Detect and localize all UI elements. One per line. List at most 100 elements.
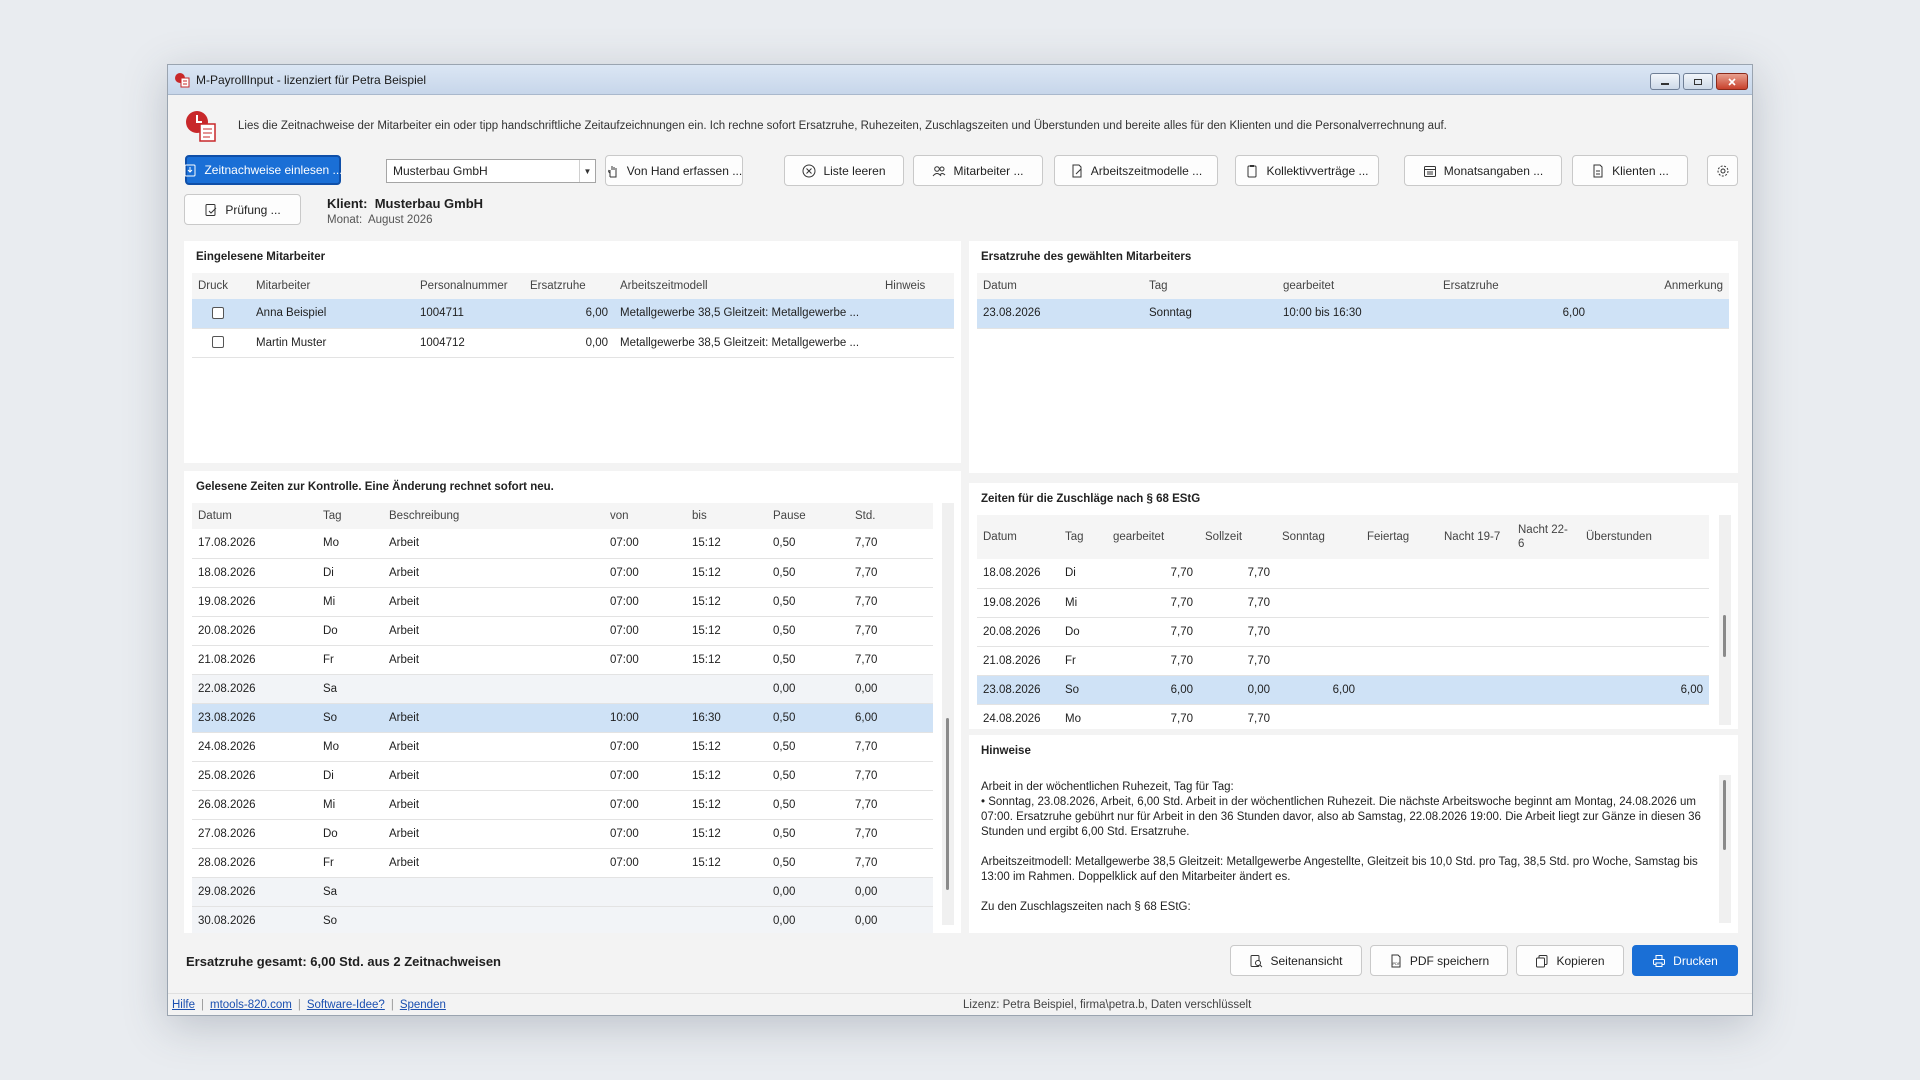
column-header[interactable]: Ersatzruhe xyxy=(524,273,614,299)
column-header[interactable]: Sollzeit xyxy=(1199,515,1276,559)
table-row[interactable]: 21.08.2026 Fr Arbeit 07:00 15:12 0,50 7,70 xyxy=(192,645,933,675)
time-hours[interactable]: 7,70 xyxy=(849,616,933,646)
time-pause[interactable]: 0,50 xyxy=(767,645,849,675)
column-header[interactable]: Überstunden xyxy=(1580,515,1709,559)
time-description[interactable]: Arbeit xyxy=(383,819,604,849)
time-description[interactable]: Arbeit xyxy=(383,529,604,559)
save-pdf-button[interactable]: PDF PDF speichern xyxy=(1370,945,1508,976)
time-date[interactable]: 26.08.2026 xyxy=(192,790,317,820)
time-description[interactable]: Arbeit xyxy=(383,558,604,588)
time-description[interactable]: Arbeit xyxy=(383,703,604,733)
table-row[interactable]: 18.08.2026 Di Arbeit 07:00 15:12 0,50 7,70 xyxy=(192,558,933,588)
website-link[interactable]: mtools-820.com xyxy=(210,999,292,1011)
column-header[interactable]: Tag xyxy=(1143,273,1277,299)
time-hours[interactable]: 7,70 xyxy=(849,819,933,849)
table-row[interactable]: 26.08.2026 Mi Arbeit 07:00 15:12 0,50 7,70 xyxy=(192,790,933,820)
time-day[interactable]: Sa xyxy=(317,674,383,704)
time-hours[interactable]: 0,00 xyxy=(849,877,933,907)
column-header[interactable]: Std. xyxy=(849,503,933,529)
time-to[interactable]: 16:30 xyxy=(686,703,767,733)
time-description[interactable]: Arbeit xyxy=(383,790,604,820)
time-to[interactable]: 15:12 xyxy=(686,819,767,849)
table-row[interactable]: 22.08.2026 Sa 0,00 0,00 xyxy=(192,674,933,704)
time-from[interactable]: 10:00 xyxy=(604,703,686,733)
clients-button[interactable]: Klienten ... xyxy=(1572,155,1688,186)
time-pause[interactable]: 0,00 xyxy=(767,906,849,933)
time-day[interactable]: Fr xyxy=(317,848,383,878)
time-description[interactable] xyxy=(383,674,604,704)
time-from[interactable] xyxy=(604,906,686,933)
table-row[interactable]: 24.08.2026 Mo 7,70 7,70 xyxy=(977,704,1709,729)
time-from[interactable]: 07:00 xyxy=(604,848,686,878)
notes-scrollbar[interactable] xyxy=(1719,775,1731,923)
column-header[interactable]: Datum xyxy=(192,503,317,529)
time-hours[interactable]: 6,00 xyxy=(849,703,933,733)
import-timesheets-button[interactable]: Zeitnachweise einlesen ... xyxy=(184,155,343,185)
scrollbar-thumb[interactable] xyxy=(1723,615,1726,657)
time-day[interactable]: Mo xyxy=(317,732,383,762)
time-date[interactable]: 21.08.2026 xyxy=(192,645,317,675)
time-pause[interactable]: 0,50 xyxy=(767,587,849,617)
table-row[interactable]: 25.08.2026 Di Arbeit 07:00 15:12 0,50 7,70 xyxy=(192,761,933,791)
time-date[interactable]: 28.08.2026 xyxy=(192,848,317,878)
table-row[interactable]: 24.08.2026 Mo Arbeit 07:00 15:12 0,50 7,70 xyxy=(192,732,933,762)
time-description[interactable]: Arbeit xyxy=(383,645,604,675)
time-to[interactable]: 15:12 xyxy=(686,761,767,791)
column-header[interactable]: Arbeitszeitmodell xyxy=(614,273,879,299)
time-to[interactable]: 15:12 xyxy=(686,848,767,878)
time-day[interactable]: So xyxy=(317,906,383,933)
table-row[interactable]: 20.08.2026 Do Arbeit 07:00 15:12 0,50 7,70 xyxy=(192,616,933,646)
time-day[interactable]: Do xyxy=(317,616,383,646)
time-day[interactable]: Di xyxy=(317,558,383,588)
column-header[interactable]: Tag xyxy=(1059,515,1107,559)
column-header[interactable]: Nacht 22-6 xyxy=(1512,515,1580,559)
table-row[interactable]: 17.08.2026 Mo Arbeit 07:00 15:12 0,50 7,70 xyxy=(192,529,933,559)
minimize-button[interactable] xyxy=(1650,73,1680,90)
time-to[interactable] xyxy=(686,674,767,704)
monthly-data-button[interactable]: Monatsangaben ... xyxy=(1404,155,1562,186)
time-pause[interactable]: 0,50 xyxy=(767,848,849,878)
column-header[interactable]: Druck xyxy=(192,273,250,299)
time-to[interactable]: 15:12 xyxy=(686,529,767,559)
employees-button[interactable]: Mitarbeiter ... xyxy=(913,155,1043,186)
column-header[interactable]: gearbeitet xyxy=(1277,273,1437,299)
time-description[interactable]: Arbeit xyxy=(383,848,604,878)
time-date[interactable]: 25.08.2026 xyxy=(192,761,317,791)
time-pause[interactable]: 0,50 xyxy=(767,703,849,733)
time-pause[interactable]: 0,00 xyxy=(767,674,849,704)
column-header[interactable]: Nacht 19-7 xyxy=(1438,515,1512,559)
column-header[interactable]: bis xyxy=(686,503,767,529)
time-hours[interactable]: 7,70 xyxy=(849,848,933,878)
time-pause[interactable]: 0,50 xyxy=(767,790,849,820)
column-header[interactable]: Anmerkung xyxy=(1591,273,1729,299)
maximize-button[interactable] xyxy=(1683,73,1713,90)
column-header[interactable]: Mitarbeiter xyxy=(250,273,414,299)
column-header[interactable]: Pause xyxy=(767,503,849,529)
time-to[interactable] xyxy=(686,877,767,907)
time-description[interactable] xyxy=(383,906,604,933)
table-row[interactable]: 21.08.2026 Fr 7,70 7,70 xyxy=(977,646,1709,676)
time-date[interactable]: 19.08.2026 xyxy=(192,587,317,617)
time-pause[interactable]: 0,50 xyxy=(767,616,849,646)
idea-link[interactable]: Software-Idee? xyxy=(307,999,385,1011)
column-header[interactable]: Datum xyxy=(977,515,1059,559)
time-hours[interactable]: 7,70 xyxy=(849,761,933,791)
time-pause[interactable]: 0,50 xyxy=(767,529,849,559)
time-hours[interactable]: 7,70 xyxy=(849,529,933,559)
time-to[interactable]: 15:12 xyxy=(686,732,767,762)
time-description[interactable] xyxy=(383,877,604,907)
time-hours[interactable]: 0,00 xyxy=(849,906,933,933)
column-header[interactable]: Datum xyxy=(977,273,1143,299)
donate-link[interactable]: Spenden xyxy=(400,999,446,1011)
time-hours[interactable]: 7,70 xyxy=(849,587,933,617)
time-date[interactable]: 23.08.2026 xyxy=(192,703,317,733)
time-from[interactable]: 07:00 xyxy=(604,819,686,849)
time-day[interactable]: Mi xyxy=(317,790,383,820)
print-checkbox[interactable] xyxy=(212,307,224,320)
time-date[interactable]: 24.08.2026 xyxy=(192,732,317,762)
time-date[interactable]: 18.08.2026 xyxy=(192,558,317,588)
clear-list-button[interactable]: Liste leeren xyxy=(784,155,904,186)
client-select[interactable]: Musterbau GmbH ▼ xyxy=(386,159,596,183)
time-pause[interactable]: 0,50 xyxy=(767,558,849,588)
surcharge-scrollbar[interactable] xyxy=(1719,515,1731,725)
